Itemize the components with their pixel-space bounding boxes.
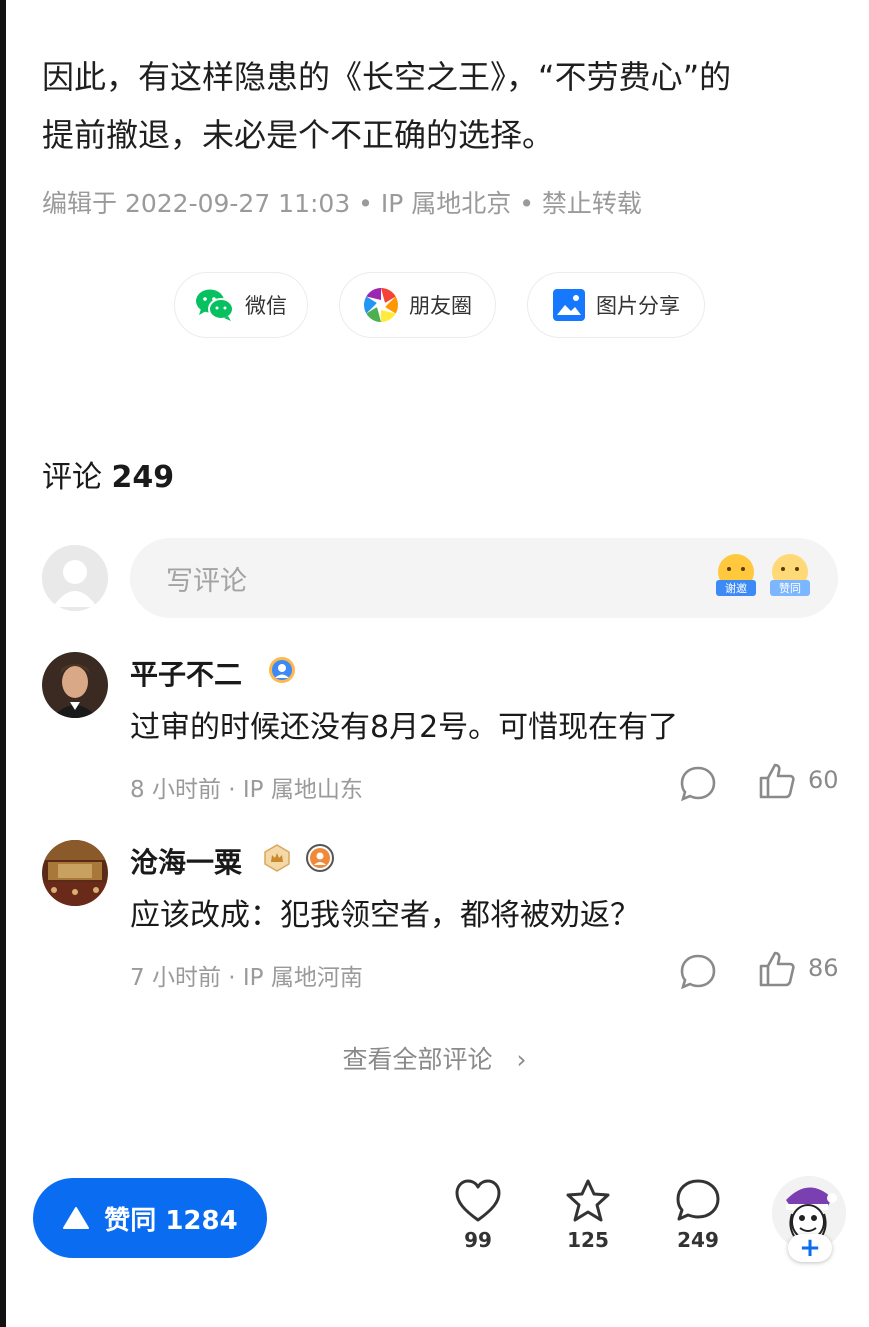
comment-input-placeholder: 写评论 [166,565,247,597]
agree-emoji-icon: 赞同 [770,554,810,596]
share-image-button[interactable]: 图片分享 [527,272,705,338]
thumbs-up-icon [759,951,795,987]
agree-emoji-text: 赞同 [779,582,801,595]
commenter-name[interactable]: 沧海一粟 [130,841,242,881]
wechat-icon [195,288,235,322]
view-all-comments-link[interactable]: 查看全部评论 › [0,1040,869,1076]
like-count: 86 [808,954,839,982]
thanks-emoji-text: 谢邀 [725,581,747,595]
star-icon [566,1179,610,1222]
reply-button[interactable] [678,952,718,992]
user-badge-icon [306,844,334,872]
share-wechat-label: 微信 [245,294,287,318]
reply-icon [680,954,716,990]
share-row: 微信 朋友圈 图片分享 [0,272,869,340]
heart-icon [455,1179,501,1222]
share-image-label: 图片分享 [596,294,680,318]
share-moments-label: 朋友圈 [409,294,472,318]
article-line-2: 提前撤退，未必是个不正确的选择。 [42,116,555,154]
reply-icon [680,766,716,802]
like-button[interactable] [758,950,796,988]
favorite-toolbar-count: 125 [567,1228,609,1252]
article-line-1: 因此，有这样隐患的《长空之王》，“不劳费心”的 [42,58,732,96]
article-text: 因此，有这样隐患的《长空之王》，“不劳费心”的 提前撤退，未必是个不正确的选择。 [42,48,832,164]
comments-heading: 评论 249 [42,452,174,496]
agree-label: 赞同 1284 [104,1205,238,1236]
like-toolbar-button[interactable]: 99 [448,1178,508,1252]
comments-heading-label: 评论 [42,460,102,495]
my-avatar[interactable] [42,545,108,611]
commenter-avatar[interactable] [42,840,108,906]
share-wechat-button[interactable]: 微信 [174,272,308,338]
comment-input[interactable]: 写评论 谢邀 赞同 [130,538,838,618]
comment-bubble-icon [676,1179,720,1221]
thanks-emoji-button[interactable]: 谢邀 [714,552,758,600]
follow-plus-button[interactable]: + [788,1234,832,1262]
left-edge-bar [0,0,6,1327]
view-all-comments-label: 查看全部评论 [342,1045,493,1074]
commenter-name[interactable]: 平子不二 [130,653,242,693]
image-icon [552,288,586,322]
thanks-emoji-icon: 谢邀 [716,554,756,596]
comments-count: 249 [111,460,175,495]
like-count: 60 [808,766,839,794]
moments-icon [363,287,399,323]
comment-text: 应该改成：犯我领空者，都将被劝返？ [130,898,640,933]
theater-avatar-icon [42,840,108,906]
comment-meta: 7 小时前 · IP 属地河南 [130,965,363,991]
favorite-toolbar-button[interactable]: 125 [558,1178,618,1252]
like-toolbar-count: 99 [464,1228,492,1252]
comment-meta: 8 小时前 · IP 属地山东 [130,777,363,803]
share-moments-button[interactable]: 朋友圈 [339,272,496,338]
user-badge-icon [268,656,296,684]
commenter-avatar[interactable] [42,652,108,718]
comment-toolbar-count: 249 [677,1228,719,1252]
chevron-right-icon: › [516,1045,527,1074]
thumbs-up-icon [759,763,795,799]
default-avatar-icon [42,545,108,611]
article-meta: 编辑于 2022-09-27 11:03 • IP 属地北京 • 禁止转载 [42,189,642,218]
comment-toolbar-button[interactable]: 249 [668,1178,728,1252]
upvote-triangle-icon [63,1207,90,1229]
agree-emoji-button[interactable]: 赞同 [768,552,812,600]
like-button[interactable] [758,762,796,800]
comment-text: 过审的时候还没有8月2号。可惜现在有了 [130,710,679,745]
reply-button[interactable] [678,764,718,804]
agree-button[interactable]: 赞同 1284 [33,1178,267,1258]
level-badge-icon [263,844,291,872]
portrait-avatar-icon [42,652,108,718]
